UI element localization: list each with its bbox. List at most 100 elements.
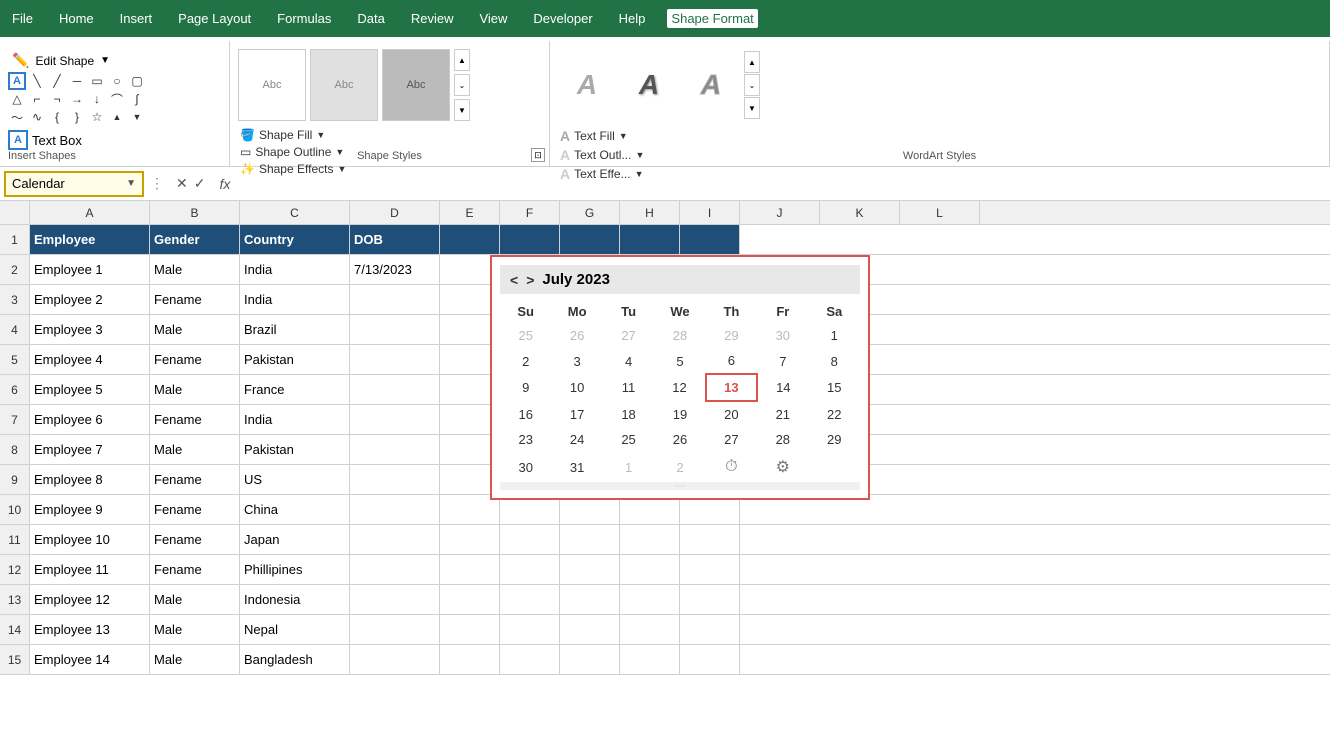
cell-d15[interactable] (350, 645, 440, 674)
cell-a13[interactable]: Employee 12 (30, 585, 150, 614)
cell-c10[interactable]: China (240, 495, 350, 524)
cell-i1[interactable] (680, 225, 740, 254)
calendar-day-cell[interactable]: 9 (500, 374, 551, 401)
fx-button[interactable]: fx (215, 176, 234, 192)
calendar-day-cell[interactable]: 18 (603, 401, 654, 427)
cell-h12[interactable] (620, 555, 680, 584)
cell-d1[interactable]: DOB (350, 225, 440, 254)
cell-a3[interactable]: Employee 2 (30, 285, 150, 314)
cell-a12[interactable]: Employee 11 (30, 555, 150, 584)
menu-insert[interactable]: Insert (116, 9, 157, 28)
cell-d10[interactable] (350, 495, 440, 524)
cell-c13[interactable]: Indonesia (240, 585, 350, 614)
cell-b11[interactable]: Fename (150, 525, 240, 554)
menu-file[interactable]: File (8, 9, 37, 28)
col-header-e[interactable]: E (440, 201, 500, 224)
cell-d14[interactable] (350, 615, 440, 644)
calendar-day-cell[interactable]: 29 (706, 323, 757, 348)
cell-c12[interactable]: Phillipines (240, 555, 350, 584)
cell-h11[interactable] (620, 525, 680, 554)
cell-a2[interactable]: Employee 1 (30, 255, 150, 284)
cell-i13[interactable] (680, 585, 740, 614)
col-header-d[interactable]: D (350, 201, 440, 224)
shape-oval[interactable]: ○ (108, 72, 126, 90)
cell-i14[interactable] (680, 615, 740, 644)
col-header-a[interactable]: A (30, 201, 150, 224)
cell-b12[interactable]: Fename (150, 555, 240, 584)
calendar-day-cell[interactable]: 26 (654, 427, 705, 452)
calendar-next-button[interactable]: > (526, 272, 534, 288)
calendar-day-cell[interactable]: 16 (500, 401, 551, 427)
calendar-widget[interactable]: < > July 2023 SuMoTuWeThFrSa 25262728293… (490, 255, 870, 500)
cell-h13[interactable] (620, 585, 680, 614)
cell-c3[interactable]: India (240, 285, 350, 314)
cell-d11[interactable] (350, 525, 440, 554)
menu-data[interactable]: Data (353, 9, 388, 28)
cell-h15[interactable] (620, 645, 680, 674)
menu-view[interactable]: View (475, 9, 511, 28)
cell-a5[interactable]: Employee 4 (30, 345, 150, 374)
cell-a11[interactable]: Employee 10 (30, 525, 150, 554)
wordart-scroll-mid[interactable]: ⌄ (744, 74, 760, 96)
cell-a4[interactable]: Employee 3 (30, 315, 150, 344)
shape-text-icon[interactable]: A (8, 72, 26, 90)
calendar-day-cell[interactable]: 24 (551, 427, 602, 452)
cell-f15[interactable] (500, 645, 560, 674)
cell-c5[interactable]: Pakistan (240, 345, 350, 374)
name-box[interactable]: Calendar ▼ (4, 171, 144, 197)
shape-fill-button[interactable]: 🪣 Shape Fill ▼ (238, 127, 541, 143)
text-box-button[interactable]: A Text Box (8, 130, 221, 150)
shape-styles-expand[interactable]: ⊡ (531, 148, 545, 162)
cell-a8[interactable]: Employee 7 (30, 435, 150, 464)
shape-style-1[interactable]: Abc (238, 49, 306, 121)
shape-brace-left[interactable]: { (48, 108, 66, 126)
cell-g15[interactable] (560, 645, 620, 674)
cell-h1[interactable] (620, 225, 680, 254)
calendar-day-cell[interactable]: 14 (757, 374, 808, 401)
cell-b15[interactable]: Male (150, 645, 240, 674)
col-header-f[interactable]: F (500, 201, 560, 224)
cell-d5[interactable] (350, 345, 440, 374)
shape-arrow-right[interactable]: → (68, 90, 86, 108)
calendar-day-cell[interactable]: 1 (603, 452, 654, 482)
calendar-day-cell[interactable]: 27 (603, 323, 654, 348)
style-scroll-mid[interactable]: ⌄ (454, 74, 470, 96)
edit-shape-button[interactable]: ✏️ Edit Shape ▼ (8, 49, 221, 72)
calendar-day-cell[interactable]: 21 (757, 401, 808, 427)
cell-c15[interactable]: Bangladesh (240, 645, 350, 674)
menu-help[interactable]: Help (615, 9, 650, 28)
calendar-day-cell[interactable]: 28 (654, 323, 705, 348)
calendar-day-cell[interactable]: 27 (706, 427, 757, 452)
calendar-day-cell[interactable]: 2 (654, 452, 705, 482)
cell-c11[interactable]: Japan (240, 525, 350, 554)
shape-triangle[interactable]: △ (8, 90, 26, 108)
cell-f1[interactable] (500, 225, 560, 254)
calendar-day-cell[interactable]: 11 (603, 374, 654, 401)
cell-b14[interactable]: Male (150, 615, 240, 644)
cell-c14[interactable]: Nepal (240, 615, 350, 644)
shape-line1[interactable]: ╲ (28, 72, 46, 90)
wordart-btn-2[interactable]: A (620, 51, 678, 119)
cell-g1[interactable] (560, 225, 620, 254)
cell-d2[interactable]: 7/13/2023 (350, 255, 440, 284)
cell-b5[interactable]: Fename (150, 345, 240, 374)
cell-b8[interactable]: Male (150, 435, 240, 464)
calendar-day-cell[interactable]: 13 (706, 374, 757, 401)
wordart-btn-1[interactable]: A (558, 51, 616, 119)
cell-g11[interactable] (560, 525, 620, 554)
style-scroll-down[interactable]: ▼ (454, 99, 470, 121)
calendar-day-cell[interactable]: 30 (757, 323, 808, 348)
cell-c6[interactable]: France (240, 375, 350, 404)
calendar-day-cell[interactable]: 2 (500, 348, 551, 374)
cell-f12[interactable] (500, 555, 560, 584)
calendar-day-cell[interactable]: 23 (500, 427, 551, 452)
calendar-day-cell[interactable]: 4 (603, 348, 654, 374)
shape-scribble[interactable]: ∿ (28, 108, 46, 126)
calendar-day-cell[interactable]: 3 (551, 348, 602, 374)
cell-a7[interactable]: Employee 6 (30, 405, 150, 434)
cell-g12[interactable] (560, 555, 620, 584)
menu-home[interactable]: Home (55, 9, 98, 28)
menu-formulas[interactable]: Formulas (273, 9, 335, 28)
shape-effects-button[interactable]: ✨ Shape Effects ▼ (238, 161, 541, 177)
calendar-day-cell[interactable]: 10 (551, 374, 602, 401)
